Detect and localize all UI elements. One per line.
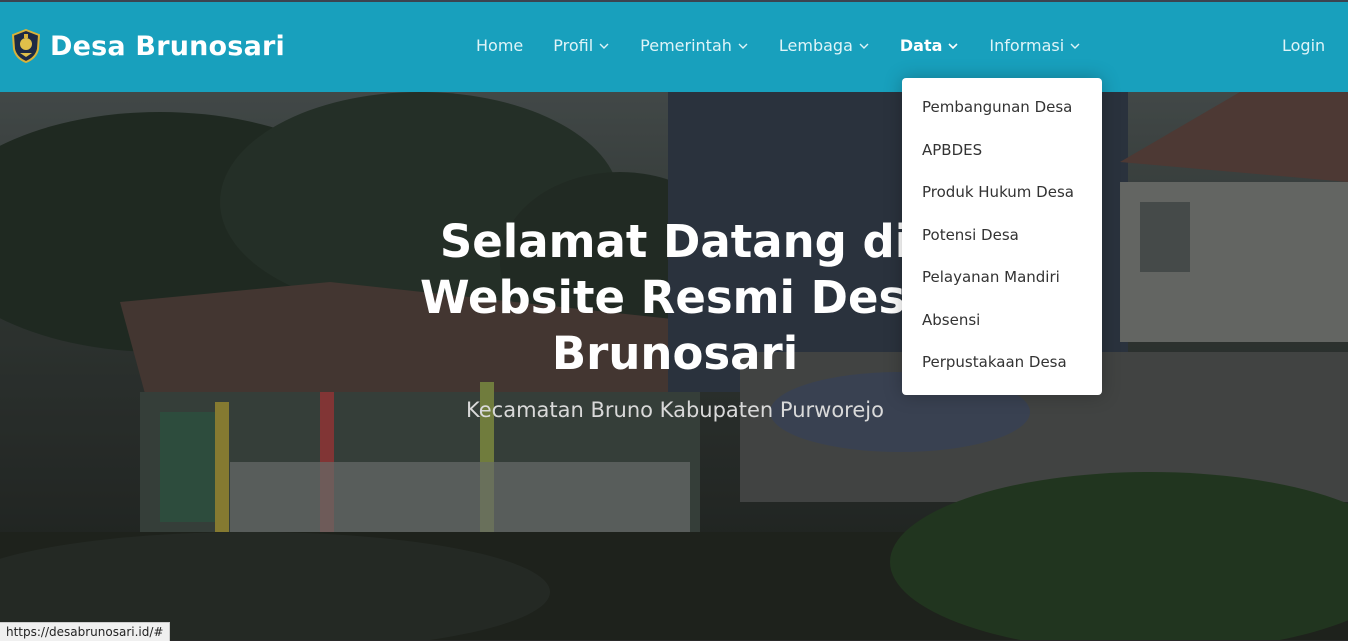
hero-section: Selamat Datang di Website Resmi Desa Bru… [0,92,1348,640]
nav-item-label: Profil [553,36,594,55]
hero-title-line: Website Resmi Desa [420,271,936,324]
brand-name: Desa Brunosari [50,30,285,62]
chevron-down-icon [1070,43,1080,49]
nav-item-label: Informasi [989,36,1065,55]
village-emblem-icon [12,29,40,63]
nav-item-label: Lembaga [778,36,853,55]
chevron-down-icon [738,43,748,49]
chevron-down-icon [948,42,958,49]
nav-item-informasi[interactable]: Informasi [989,36,1081,55]
browser-status-url: https://desabrunosari.id/# [0,622,171,641]
dropdown-item-perpustakaan-desa[interactable]: Perpustakaan Desa [922,353,1067,371]
nav-item-data[interactable]: Data [900,36,960,55]
data-dropdown-menu: Pembangunan Desa APBDES Produk Hukum Des… [902,78,1102,395]
dropdown-item-produk-hukum-desa[interactable]: Produk Hukum Desa [922,183,1074,201]
nav-item-label: Pemerintah [640,36,732,55]
dropdown-item-absensi[interactable]: Absensi [922,311,980,329]
dropdown-item-pelayanan-mandiri[interactable]: Pelayanan Mandiri [922,268,1060,286]
brand[interactable]: Desa Brunosari [12,29,285,63]
dropdown-item-pembangunan-desa[interactable]: Pembangunan Desa [922,98,1072,116]
chevron-down-icon [859,43,869,49]
nav-item-label: Home [476,36,524,55]
login-link[interactable]: Login [1282,36,1325,55]
nav-item-label: Data [899,36,943,55]
chevron-down-icon [599,43,609,49]
nav-item-home[interactable]: Home [476,36,523,55]
nav-item-pemerintah[interactable]: Pemerintah [640,36,749,55]
nav-item-profil[interactable]: Profil [553,36,610,55]
hero-title-line: Brunosari [551,327,799,380]
hero-subtitle: Kecamatan Bruno Kabupaten Purworejo [466,398,884,422]
nav-item-lembaga[interactable]: Lembaga [779,36,870,55]
hero-title: Selamat Datang di Website Resmi Desa Bru… [420,214,936,382]
hero-title-line: Selamat Datang di [439,215,911,268]
navbar: Desa Brunosari Home Profil Pemerintah Le… [0,2,1348,92]
dropdown-item-apbdes[interactable]: APBDES [922,141,982,159]
main-menu: Home Profil Pemerintah Lembaga Data Info… [476,36,1111,55]
dropdown-item-potensi-desa[interactable]: Potensi Desa [922,226,1019,244]
